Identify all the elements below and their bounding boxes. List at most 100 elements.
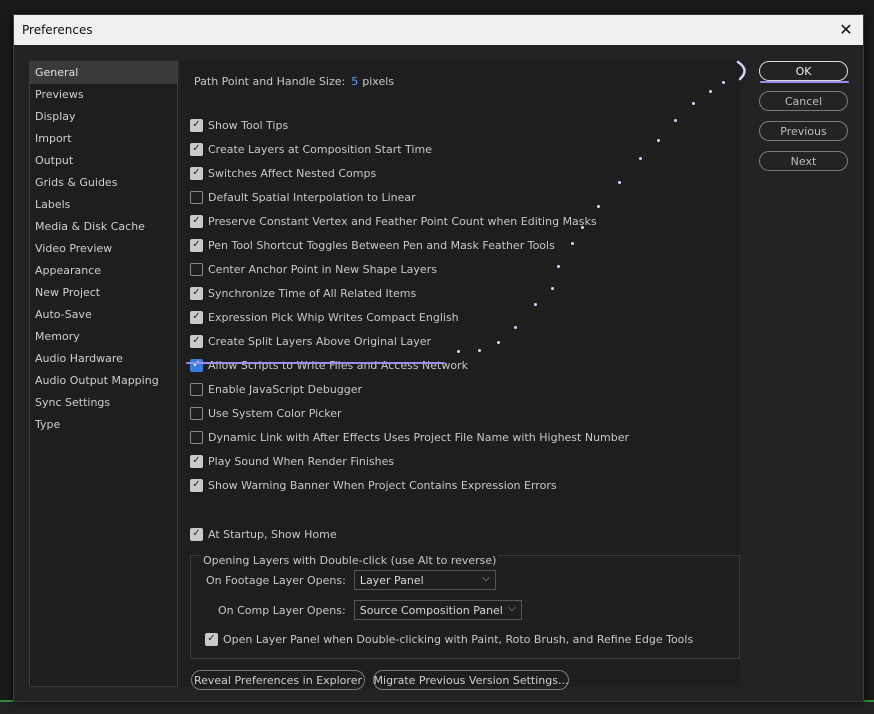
option-label: Show Tool Tips (208, 118, 289, 132)
checkbox[interactable] (190, 262, 203, 276)
checkbox[interactable]: ✓ (190, 527, 203, 541)
previous-button[interactable]: Previous (759, 121, 848, 141)
checkmark-icon: ✓ (192, 287, 201, 298)
option-row[interactable]: ✓ Create Split Layers Above Original Laye… (190, 332, 431, 350)
path-point-value[interactable]: 5 (351, 75, 358, 88)
sidebar-item[interactable]: Output (30, 150, 177, 172)
footage-layer-label: On Footage Layer Opens: (206, 573, 346, 587)
checkbox[interactable]: ✓ (205, 632, 218, 646)
cancel-button[interactable]: Cancel (759, 91, 848, 111)
option-row[interactable]: ✓ Allow Scripts to Write Files and Access… (190, 356, 468, 374)
checkbox[interactable]: ✓ (190, 334, 203, 348)
checkbox[interactable] (190, 406, 203, 420)
option-row[interactable]: ✓ Expression Pick Whip Writes Compact Eng… (190, 308, 459, 326)
option-row[interactable]: ✓ Preserve Constant Vertex and Feather Po… (190, 212, 597, 230)
close-icon[interactable]: ✕ (835, 19, 857, 41)
checkbox[interactable] (190, 430, 203, 444)
option-row[interactable]: Dynamic Link with After Effects Uses Pro… (190, 428, 629, 446)
annotation-dot (639, 157, 642, 160)
checkmark-icon: ✓ (192, 479, 201, 490)
option-row[interactable]: ✓ Show Tool Tips (190, 116, 288, 134)
ok-button[interactable]: OK (759, 61, 848, 81)
path-point-label: Path Point and Handle Size: (194, 75, 346, 88)
option-label: Expression Pick Whip Writes Compact Engl… (208, 310, 459, 324)
option-label: Switches Affect Nested Comps (208, 166, 377, 180)
annotation-dot (534, 303, 537, 306)
sidebar-item[interactable]: Previews (30, 84, 177, 106)
checkmark-icon: ✓ (192, 119, 201, 130)
sidebar-item[interactable]: New Project (30, 282, 177, 304)
sidebar-item[interactable]: General (30, 62, 177, 84)
sidebar-item[interactable]: Labels (30, 194, 177, 216)
option-row[interactable]: Use System Color Picker (190, 404, 342, 422)
checkbox[interactable] (190, 382, 203, 396)
comp-layer-select[interactable]: Source Composition Panel ⌵ (353, 600, 522, 620)
option-row[interactable]: ✓ Pen Tool Shortcut Toggles Between Pen a… (190, 236, 555, 254)
sidebar-item[interactable]: Sync Settings (30, 392, 177, 414)
option-row[interactable]: ✓ Show Warning Banner When Project Contai… (190, 476, 557, 494)
annotation-dot (514, 326, 517, 329)
comp-layer-value: Source Composition Panel (359, 603, 503, 617)
double-click-group: Opening Layers with Double-click (use Al… (190, 554, 740, 659)
sidebar-item[interactable]: Auto-Save (30, 304, 177, 326)
annotation-dot (557, 265, 560, 268)
option-label: Create Split Layers Above Original Layer (208, 334, 432, 348)
annotation-dot (674, 119, 677, 122)
checkbox[interactable]: ✓ (190, 142, 203, 156)
general-panel: Path Point and Handle Size: 5 pixels ✓ Show… (180, 61, 740, 690)
option-row[interactable]: Default Spatial Interpolation to Linear (190, 188, 416, 206)
comp-layer-row: On Comp Layer Opens: Source Composition … (218, 600, 522, 620)
title-bar: Preferences ✕ (14, 15, 863, 45)
startup-home-option[interactable]: ✓ At Startup, Show Home (190, 525, 337, 543)
sidebar-item[interactable]: Grids & Guides (30, 172, 177, 194)
annotation-dot (692, 102, 695, 105)
checkmark-icon: ✓ (192, 335, 201, 346)
option-label: Use System Color Picker (208, 406, 342, 420)
checkbox[interactable]: ✓ (190, 310, 203, 324)
checkmark-icon: ✓ (192, 143, 201, 154)
footage-layer-select[interactable]: Layer Panel ⌵ (353, 570, 496, 590)
sidebar-item[interactable]: Audio Hardware (30, 348, 177, 370)
checkbox[interactable]: ✓ (190, 478, 203, 492)
checkbox[interactable]: ✓ (190, 214, 203, 228)
checkmark-icon: ✓ (192, 167, 201, 178)
reveal-preferences-button[interactable]: Reveal Preferences in Explorer (191, 670, 365, 690)
checkmark-icon: ✓ (192, 455, 201, 466)
annotation-dot (581, 226, 584, 229)
option-row[interactable]: ✓ Create Layers at Composition Start Time (190, 140, 432, 158)
sidebar-item[interactable]: Appearance (30, 260, 177, 282)
sidebar-item[interactable]: Type (30, 414, 177, 436)
checkbox[interactable]: ✓ (190, 454, 203, 468)
option-label: At Startup, Show Home (208, 527, 337, 541)
option-row[interactable]: Center Anchor Point in New Shape Layers (190, 260, 437, 278)
open-layer-panel-option[interactable]: ✓ Open Layer Panel when Double-clicking … (205, 630, 693, 648)
annotation-dot (657, 139, 660, 142)
group-title: Opening Layers with Double-click (use Al… (201, 554, 499, 567)
next-button[interactable]: Next (759, 151, 848, 171)
checkmark-icon: ✓ (192, 239, 201, 250)
option-row[interactable]: ✓ Switches Affect Nested Comps (190, 164, 376, 182)
sidebar-item[interactable]: Video Preview (30, 238, 177, 260)
ok-underline (760, 81, 849, 83)
sidebar-item[interactable]: Memory (30, 326, 177, 348)
sidebar-item[interactable]: Audio Output Mapping (30, 370, 177, 392)
sidebar-item[interactable]: Media & Disk Cache (30, 216, 177, 238)
option-row[interactable]: ✓ Synchronize Time of All Related Items (190, 284, 416, 302)
chevron-down-icon: ⌵ (508, 603, 516, 614)
sidebar-item[interactable]: Import (30, 128, 177, 150)
checkbox[interactable]: ✓ (190, 358, 203, 372)
checkbox[interactable]: ✓ (190, 238, 203, 252)
annotation-dot (722, 81, 725, 84)
sidebar: General Previews Display Import Output Grids … (29, 61, 178, 687)
option-row[interactable]: Enable JavaScript Debugger (190, 380, 362, 398)
migrate-settings-button[interactable]: Migrate Previous Version Settings... (373, 670, 569, 690)
checkbox[interactable] (190, 190, 203, 204)
sidebar-item[interactable]: Display (30, 106, 177, 128)
checkbox[interactable]: ✓ (190, 118, 203, 132)
annotation-dot (618, 181, 621, 184)
checkbox[interactable]: ✓ (190, 286, 203, 300)
checkbox[interactable]: ✓ (190, 166, 203, 180)
option-label: Enable JavaScript Debugger (208, 382, 363, 396)
annotation-dot (551, 287, 554, 290)
option-row[interactable]: ✓ Play Sound When Render Finishes (190, 452, 394, 470)
